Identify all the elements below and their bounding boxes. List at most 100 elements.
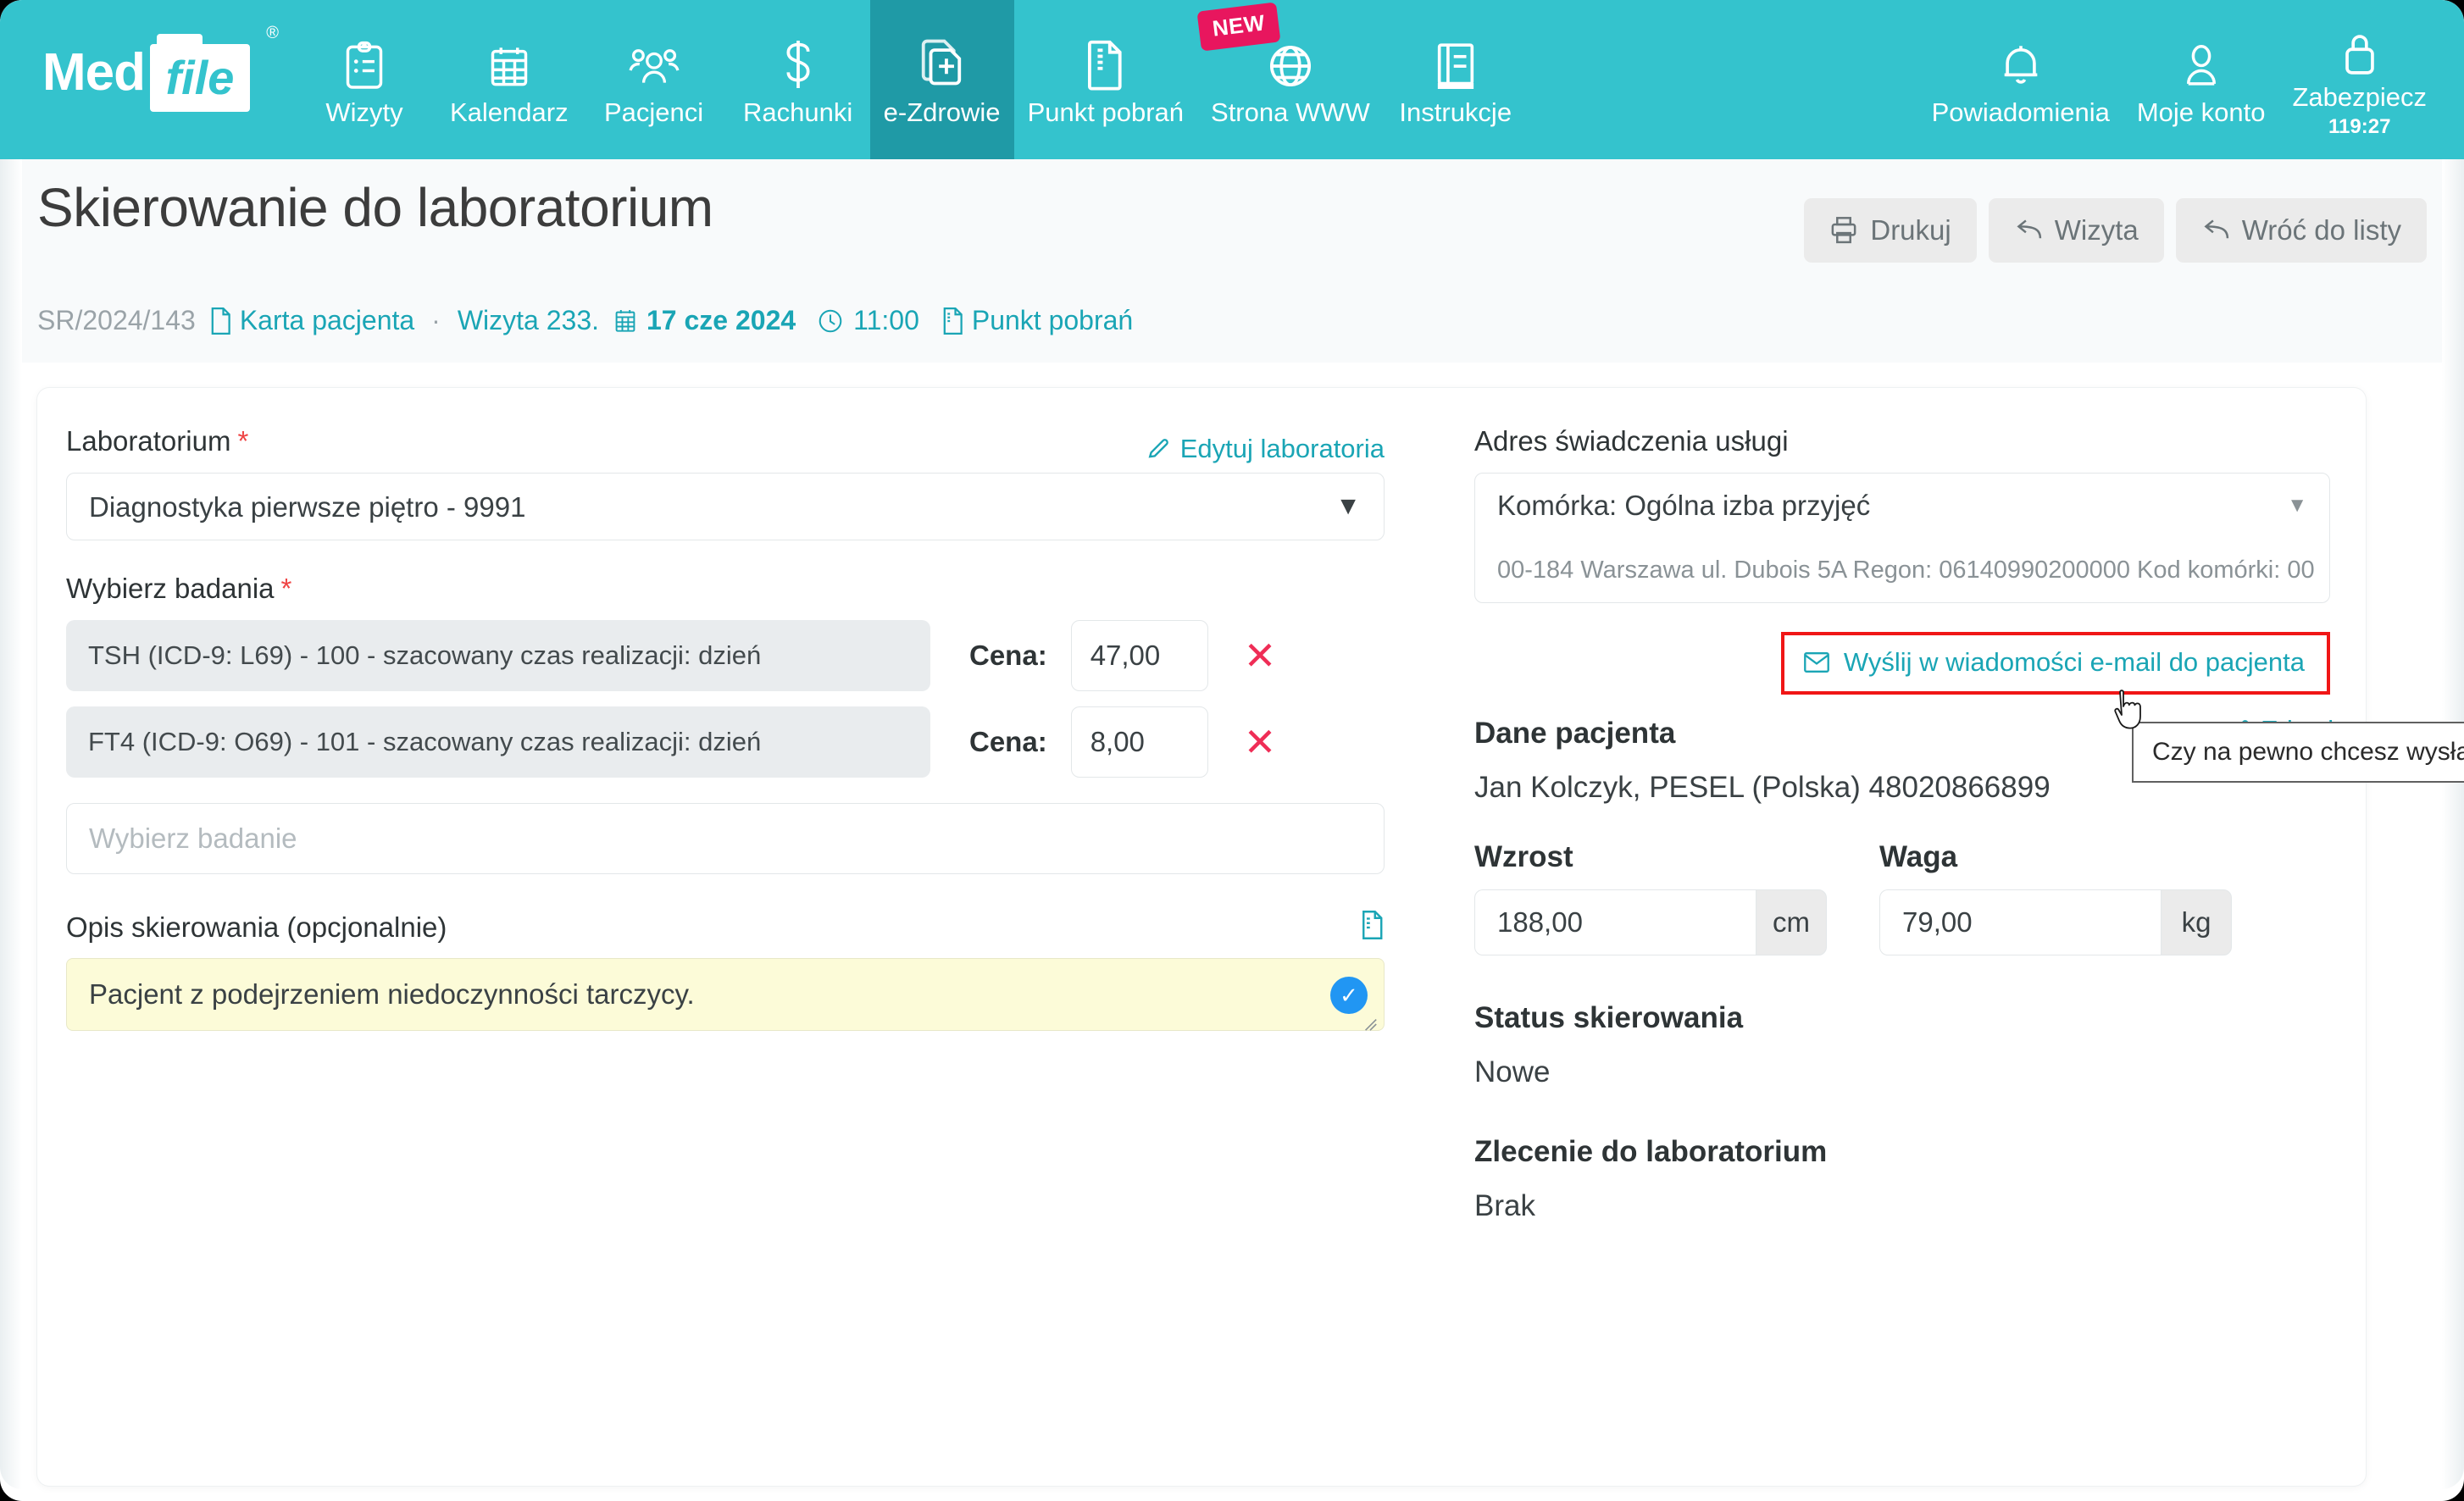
breadcrumb-time: 11:00 bbox=[853, 305, 919, 336]
description-template-icon[interactable] bbox=[1359, 910, 1385, 944]
breadcrumb-time-group: 11:00 bbox=[818, 305, 919, 336]
send-email-to-patient-button[interactable]: Wyślij w wiadomości e-mail do pacjenta bbox=[1781, 632, 2330, 695]
test-name[interactable]: FT4 (ICD-9: O69) - 101 - szacowany czas … bbox=[66, 706, 930, 778]
laboratory-label-row: Laboratorium * Edytuj laboratoria bbox=[66, 425, 1385, 473]
pencil-icon bbox=[1146, 437, 1170, 461]
description-textarea[interactable] bbox=[66, 958, 1385, 1031]
document-icon bbox=[1085, 35, 1126, 91]
nav-label: Kalendarz bbox=[450, 99, 569, 125]
lab-order-label: Zlecenie do laboratorium bbox=[1474, 1135, 2366, 1169]
lab-order-value: Brak bbox=[1474, 1189, 2366, 1223]
remove-test-icon[interactable]: ✕ bbox=[1244, 723, 1277, 762]
laboratory-select-wrap: Diagnostyka pierwsze piętro - 9991 ▼ bbox=[66, 473, 1385, 540]
description-label: Opis skierowania (opcjonalnie) bbox=[66, 911, 447, 944]
height-input-group: cm bbox=[1474, 889, 1827, 955]
content-card: Laboratorium * Edytuj laboratoria Diagno… bbox=[37, 388, 2366, 1486]
referral-status-label: Status skierowania bbox=[1474, 1001, 2366, 1035]
nav-item-punkt-pobran[interactable]: Punkt pobrań bbox=[1014, 0, 1197, 159]
breadcrumb-patient-card-label: Karta pacjenta bbox=[240, 305, 414, 336]
weight-field: Waga kg bbox=[1879, 840, 2232, 955]
nav-label: Pacjenci bbox=[604, 99, 703, 125]
edit-laboratories-label: Edytuj laboratoria bbox=[1180, 434, 1385, 464]
print-button-label: Drukuj bbox=[1870, 214, 1951, 246]
lock-icon bbox=[2340, 23, 2379, 79]
printer-icon bbox=[1829, 216, 1858, 245]
tests-label-wrap: Wybierz badania * bbox=[66, 573, 1439, 605]
visit-button[interactable]: Wizyta bbox=[1989, 198, 2164, 263]
breadcrumb-separator: · bbox=[431, 305, 441, 336]
nav-item-pacjenci[interactable]: Pacjenci bbox=[582, 0, 726, 159]
weight-input[interactable] bbox=[1879, 889, 2161, 955]
chevron-down-icon: ▼ bbox=[2287, 494, 2307, 518]
back-arrow-icon bbox=[2201, 218, 2230, 243]
window-left-edge bbox=[0, 159, 22, 1489]
document-icon bbox=[209, 307, 231, 335]
visit-button-label: Wizyta bbox=[2055, 214, 2139, 246]
nav-label: Punkt pobrań bbox=[1028, 99, 1184, 125]
nav-item-instrukcje[interactable]: Instrukcje bbox=[1384, 0, 1528, 159]
window-right-edge bbox=[2442, 159, 2464, 1489]
medical-file-icon bbox=[919, 35, 965, 91]
session-timer: 119:27 bbox=[2328, 117, 2390, 137]
laboratory-select[interactable]: Diagnostyka pierwsze piętro - 9991 bbox=[66, 473, 1385, 540]
service-address-box[interactable]: Komórka: Ogólna izba przyjęć ▼ 00-184 Wa… bbox=[1474, 473, 2330, 603]
send-email-wrap: Wyślij w wiadomości e-mail do pacjenta bbox=[1474, 632, 2330, 695]
service-address-label: Adres świadczenia usługi bbox=[1474, 425, 2366, 457]
folder-icon: file bbox=[150, 34, 250, 112]
top-navigation-bar: Med file ® bbox=[0, 0, 2464, 159]
nav-item-e-zdrowie[interactable]: e-Zdrowie bbox=[870, 0, 1014, 159]
users-icon bbox=[628, 35, 680, 91]
description-wrap: ✓ bbox=[66, 958, 1385, 1035]
nav-label: Strona WWW bbox=[1211, 99, 1370, 125]
nav-label: Instrukcje bbox=[1399, 99, 1512, 125]
page-title: Skierowanie do laboratorium bbox=[37, 176, 713, 239]
print-button[interactable]: Drukuj bbox=[1804, 198, 1976, 263]
service-address-selected: Komórka: Ogólna izba przyjęć bbox=[1497, 490, 1870, 522]
check-icon[interactable]: ✓ bbox=[1330, 977, 1368, 1014]
select-test-input[interactable] bbox=[66, 803, 1385, 874]
dollar-icon bbox=[780, 35, 816, 91]
nav-item-powiadomienia[interactable]: Powiadomienia bbox=[1918, 0, 2123, 159]
back-to-list-button[interactable]: Wróć do listy bbox=[2176, 198, 2427, 263]
edit-laboratories-link[interactable]: Edytuj laboratoria bbox=[1146, 434, 1385, 464]
clock-icon bbox=[818, 308, 843, 334]
clipboard-icon bbox=[342, 35, 386, 91]
nav-item-rachunki[interactable]: Rachunki bbox=[726, 0, 870, 159]
nav-item-moje-konto[interactable]: Moje konto bbox=[2123, 0, 2279, 159]
breadcrumb-collection-point-link[interactable]: Punkt pobrań bbox=[941, 305, 1133, 336]
service-address-select[interactable]: Komórka: Ogólna izba przyjęć ▼ bbox=[1475, 474, 2329, 538]
brand-logo[interactable]: Med file ® bbox=[0, 0, 292, 159]
description-header: Opis skierowania (opcjonalnie) bbox=[66, 910, 1385, 944]
remove-test-icon[interactable]: ✕ bbox=[1244, 636, 1277, 675]
measures-row: Wzrost cm Waga kg bbox=[1474, 840, 2366, 955]
price-label: Cena: bbox=[969, 726, 1047, 758]
nav-item-zabezpiecz[interactable]: Zabezpiecz 119:27 bbox=[2278, 0, 2464, 159]
send-email-label: Wyślij w wiadomości e-mail do pacjenta bbox=[1844, 647, 2305, 678]
referral-status-value: Nowe bbox=[1474, 1055, 2366, 1089]
price-input[interactable] bbox=[1071, 706, 1208, 778]
height-label: Wzrost bbox=[1474, 840, 1827, 874]
test-row: TSH (ICD-9: L69) - 100 - szacowany czas … bbox=[66, 620, 1439, 691]
laboratory-label-wrap: Laboratorium * bbox=[66, 425, 248, 457]
test-name[interactable]: TSH (ICD-9: L69) - 100 - szacowany czas … bbox=[66, 620, 930, 691]
nav-item-wizyty[interactable]: Wizyty bbox=[292, 0, 436, 159]
globe-icon bbox=[1267, 35, 1314, 91]
weight-label: Waga bbox=[1879, 840, 2232, 874]
back-to-list-button-label: Wróć do listy bbox=[2242, 214, 2401, 246]
price-input[interactable] bbox=[1071, 620, 1208, 691]
nav-item-strona-www[interactable]: NEW Strona WWW bbox=[1197, 0, 1384, 159]
header-actions: Drukuj Wizyta Wróć do listy bbox=[1804, 198, 2427, 263]
right-column: Adres świadczenia usługi Komórka: Ogólna… bbox=[1439, 388, 2366, 1223]
weight-unit: kg bbox=[2161, 889, 2232, 955]
breadcrumb-patient-card-link[interactable]: Karta pacjenta bbox=[209, 305, 414, 336]
nav-label: Rachunki bbox=[743, 99, 852, 125]
brand-med-text: Med bbox=[42, 47, 145, 99]
nav-item-kalendarz[interactable]: Kalendarz bbox=[436, 0, 582, 159]
nav-label: Wizyty bbox=[325, 99, 402, 125]
height-input[interactable] bbox=[1474, 889, 1756, 955]
registered-mark: ® bbox=[266, 24, 279, 43]
breadcrumb-collection-point-label: Punkt pobrań bbox=[972, 305, 1133, 336]
height-unit: cm bbox=[1756, 889, 1827, 955]
height-field: Wzrost cm bbox=[1474, 840, 1827, 955]
nav-label: Moje konto bbox=[2137, 99, 2266, 125]
